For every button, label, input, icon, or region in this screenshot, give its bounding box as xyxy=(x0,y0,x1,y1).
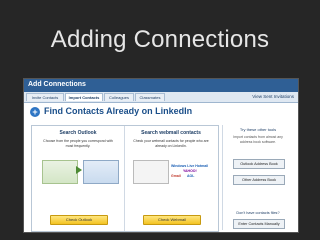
screenshot-window: Add Connections Invite Contacts Import C… xyxy=(23,78,299,233)
hotmail-logo: Windows Live Hotmail xyxy=(171,164,209,168)
add-contact-icon: + xyxy=(30,107,40,117)
tab-classmates[interactable]: Classmates xyxy=(135,93,165,101)
tab-invite-contacts[interactable]: Invite Contacts xyxy=(26,93,64,101)
find-contacts-title: Find Contacts Already on LinkedIn xyxy=(44,106,193,116)
webmail-section: Search webmail contacts Check your webma… xyxy=(125,126,217,231)
outlook-section: Search Outlook Choose from the people yo… xyxy=(32,126,125,231)
linkedin-icon xyxy=(83,160,119,184)
outlook-address-book-button[interactable]: Outlook Address Book xyxy=(233,159,285,169)
no-contacts-file-text: Don't have contacts files? xyxy=(236,211,280,215)
tab-bar: Invite Contacts Import Contacts Colleagu… xyxy=(24,92,298,103)
yahoo-logo: YAHOO! xyxy=(183,169,197,173)
search-panel: Search Outlook Choose from the people yo… xyxy=(31,125,219,232)
outlook-icon xyxy=(42,160,78,184)
webmail-envelope-icon xyxy=(133,160,169,184)
header-bar: Add Connections xyxy=(24,79,298,92)
check-webmail-button[interactable]: Check Webmail xyxy=(143,215,201,225)
header-title: Add Connections xyxy=(28,81,86,88)
webmail-description: Check your webmail contacts for people w… xyxy=(133,139,209,148)
outlook-description: Choose from the people you correspond wi… xyxy=(43,139,113,148)
other-tools-sidebar: Try these other tools Import contacts fr… xyxy=(222,125,293,230)
slide-title: Adding Connections xyxy=(50,26,270,53)
aol-logo: AOL xyxy=(187,174,195,178)
tab-colleagues[interactable]: Colleagues xyxy=(104,93,134,101)
other-tools-description: Import contacts from almost any address … xyxy=(233,135,283,144)
tab-import-contacts[interactable]: Import Contacts xyxy=(65,93,103,101)
gmail-logo: Gmail xyxy=(171,174,181,178)
other-address-book-button[interactable]: Other Address Book xyxy=(233,175,285,185)
enter-contacts-manually-button[interactable]: Enter Contacts Manually xyxy=(233,219,285,229)
check-outlook-button[interactable]: Check Outlook xyxy=(50,215,108,225)
other-tools-title: Try these other tools xyxy=(239,127,277,132)
arrow-icon xyxy=(76,166,82,174)
webmail-title: Search webmail contacts xyxy=(141,130,201,136)
view-sent-invitations-link[interactable]: View Sent Invitations xyxy=(252,94,294,99)
outlook-title: Search Outlook xyxy=(59,130,97,136)
